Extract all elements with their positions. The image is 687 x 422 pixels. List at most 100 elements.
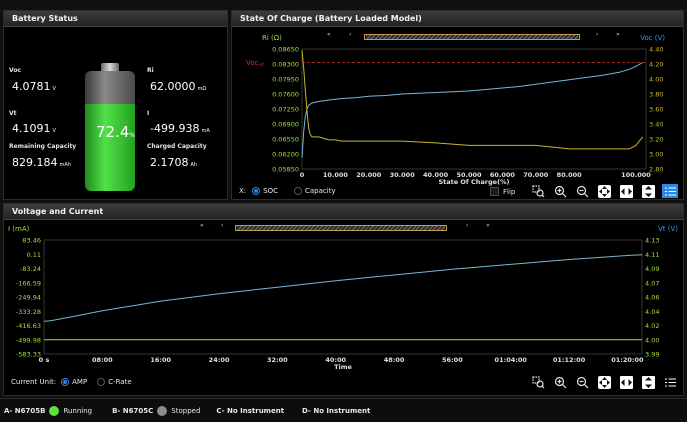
- status-bar: A- N6705B Running B- N6705C Stopped C- N…: [0, 398, 687, 422]
- vi-toolbar: [530, 374, 684, 390]
- soc-chart-y-right-tick: 3.80: [649, 91, 663, 99]
- vi-chart-plot-area: [43, 239, 643, 355]
- soc-panel-title: State Of Charge (Battery Loaded Model): [232, 11, 683, 27]
- x-option-soc-radio[interactable]: [252, 187, 261, 195]
- soc-chart-y-left-tick: 0.07950: [272, 76, 299, 84]
- x-selector-label: X:: [239, 187, 247, 195]
- vi-chart-y-left-tick: 83.46: [22, 237, 41, 245]
- ri-label: Ri: [147, 67, 154, 74]
- soc-chart-y-left-tick: 0.07250: [272, 106, 299, 114]
- battery-fill: [85, 104, 135, 191]
- soc-chart-y-left-tick: 0.05850: [272, 166, 299, 174]
- soc-readout: 72.4%: [96, 123, 135, 141]
- soc-value: 72.4: [96, 123, 130, 141]
- pan-icon[interactable]: [596, 184, 612, 198]
- vi-chart-x-tick: 01:12:00: [553, 356, 586, 364]
- current-unit-label: Current Unit:: [11, 378, 57, 386]
- zoom-box-icon[interactable]: [530, 375, 546, 389]
- soc-nav-first[interactable]: «: [327, 31, 331, 38]
- vi-chart-y-right-tick: 3.99: [645, 351, 659, 359]
- unit-option-crate[interactable]: C-Rate: [97, 378, 132, 386]
- pan-icon[interactable]: [596, 375, 612, 389]
- flip-toggle[interactable]: Flip: [490, 187, 515, 196]
- charged-capacity-value: 2.1708 Ah: [150, 156, 198, 169]
- flip-checkbox[interactable]: [490, 187, 499, 196]
- unit-option-amp[interactable]: AMP: [61, 378, 87, 386]
- soc-chart-series-ri: [301, 50, 644, 150]
- zoom-in-icon[interactable]: [552, 375, 568, 389]
- ri-value: 62.0000 mΩ: [150, 80, 207, 93]
- vi-chart-y-left-tick: -583.33: [16, 351, 41, 359]
- unit-option-crate-radio[interactable]: [97, 378, 106, 386]
- current-unit-selector: Current Unit: AMP C-Rate: [11, 378, 132, 386]
- vi-chart-y-left-tick: -166.59: [16, 279, 41, 287]
- vi-panel-title: Voltage and Current: [4, 204, 683, 220]
- x-option-capacity[interactable]: Capacity: [294, 187, 336, 195]
- remaining-capacity-unit: mAh: [59, 162, 71, 168]
- vi-chart-series-vt: [43, 254, 643, 322]
- soc-chart-y-right-tick: 2.80: [649, 166, 663, 174]
- legend-icon[interactable]: [662, 184, 678, 198]
- x-option-capacity-radio[interactable]: [294, 187, 302, 195]
- battery-status-title: Battery Status: [4, 11, 227, 27]
- soc-chart[interactable]: 0.08650 0.08300 0.07950 0.07600 0.07250 0.069…: [232, 34, 685, 189]
- channel-b-status-led: [157, 405, 168, 416]
- zoom-out-icon[interactable]: [574, 184, 590, 198]
- vi-chart[interactable]: 83.46 0.11 -83.24 -166.59 -249.94 -333.28 -416…: [4, 225, 685, 376]
- charged-capacity-label: Charged Capacity: [147, 143, 207, 150]
- x-option-soc[interactable]: SOC: [252, 187, 278, 195]
- fit-vertical-icon[interactable]: [640, 375, 656, 389]
- zoom-out-icon[interactable]: [574, 375, 590, 389]
- fit-horizontal-icon[interactable]: [618, 184, 634, 198]
- vt-value: 4.1091 V: [12, 122, 56, 135]
- vi-chart-y-right-tick: 4.11: [645, 251, 659, 259]
- soc-toolbar: [530, 183, 684, 199]
- legend-icon[interactable]: [662, 375, 678, 389]
- soc-chart-y-left-tick: 0.06200: [272, 151, 299, 159]
- soc-chart-y-right-label: Voc (V): [640, 34, 665, 42]
- zoom-in-icon[interactable]: [552, 184, 568, 198]
- vi-chart-y-right-tick: 4.07: [645, 279, 659, 287]
- channel-c-name: C- No Instrument: [216, 406, 285, 415]
- charged-capacity-unit: Ah: [190, 162, 198, 168]
- vi-chart-y-right-tick: 4.09: [645, 265, 659, 273]
- soc-chart-y-right-tick: 4.00: [649, 76, 663, 84]
- vi-chart-x-tick: 32:00: [267, 356, 288, 364]
- soc-chart-y-left-tick: 0.08650: [272, 46, 299, 54]
- flip-label: Flip: [503, 187, 516, 196]
- soc-nav-last[interactable]: »: [616, 31, 620, 38]
- vi-chart-x-tick: 48:00: [384, 356, 405, 364]
- vi-chart-y-right-label: Vt (V): [658, 225, 678, 233]
- vi-chart-x-tick: 01:20:00: [611, 356, 644, 364]
- vi-chart-y-left-tick: 0.11: [27, 251, 41, 259]
- fit-vertical-icon[interactable]: [640, 184, 656, 198]
- unit-option-amp-radio[interactable]: [61, 378, 70, 386]
- vi-chart-x-axis-label: Time: [334, 363, 352, 371]
- remaining-capacity-label: Remaining Capacity: [9, 143, 77, 150]
- soc-chart-y-left-tick: 0.07600: [272, 91, 299, 99]
- x-selector: X: SOC Capacity: [239, 187, 336, 195]
- current-value: -499.938 mA: [150, 122, 210, 135]
- soc-nav-next[interactable]: ›: [596, 31, 598, 38]
- remaining-capacity-value: 829.184 mAh: [12, 156, 71, 169]
- vi-chart-x-tick: 56:00: [442, 356, 463, 364]
- vi-chart-y-left-tick: -499.98: [16, 336, 41, 344]
- vi-chart-x-tick: 0 s: [39, 356, 50, 364]
- soc-nav-prev[interactable]: ‹: [349, 31, 351, 38]
- vi-chart-y-left-tick: -416.63: [16, 322, 41, 330]
- soc-chart-y-right-tick: 4.40: [649, 46, 663, 54]
- soc-chart-y-left-tick: 0.06550: [272, 136, 299, 144]
- fit-horizontal-icon[interactable]: [618, 375, 634, 389]
- vi-chart-y-left-label: I (mA): [8, 225, 30, 233]
- vi-chart-x-tick: 24:00: [209, 356, 230, 364]
- soc-chart-x-axis-label: State Of Charge(%): [438, 178, 509, 186]
- battery-status-panel: Battery Status Voc 4.0781 V Vt 4.1091 V Re…: [3, 10, 228, 200]
- vi-chart-y-right-tick: 4.02: [645, 322, 659, 330]
- soc-chart-y-right-tick: 3.60: [649, 106, 663, 114]
- vt-label: Vt: [9, 110, 17, 117]
- current-unit: mA: [201, 128, 210, 134]
- zoom-box-icon[interactable]: [530, 184, 546, 198]
- channel-d-name: D- No Instrument: [302, 406, 371, 415]
- channel-b-state: Stopped: [171, 406, 201, 415]
- current-label: I: [147, 110, 150, 117]
